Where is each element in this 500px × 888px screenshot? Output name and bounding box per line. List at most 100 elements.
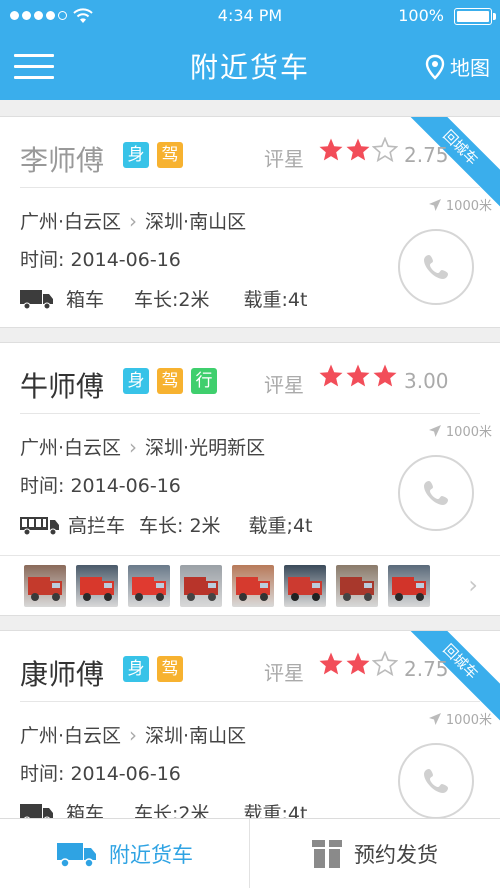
package-icon <box>312 840 342 868</box>
chevron-right-icon: › <box>129 722 138 747</box>
divider <box>20 701 480 702</box>
distance-value: 1000米 <box>445 425 492 440</box>
box-truck-icon <box>20 289 53 309</box>
truck-list[interactable]: 回城车 李师傅 身 驾 评星 2.75 1000米 广州·白云区 › 深圳·南山… <box>0 100 500 818</box>
chevron-right-icon: › <box>129 208 138 233</box>
star-rating <box>318 137 398 163</box>
navigation-arrow-icon <box>428 198 441 211</box>
truck-photo-thumbnail[interactable] <box>76 565 118 607</box>
rating-label: 评星 <box>264 373 304 397</box>
tab-bar: 附近货车 预约发货 <box>0 818 500 888</box>
truck-photo-thumbnail[interactable] <box>284 565 326 607</box>
rating-value: 3.00 <box>404 369 449 393</box>
distance: 1000米 <box>428 195 492 214</box>
divider <box>20 413 480 414</box>
truck-photo-thumbnail[interactable] <box>128 565 170 607</box>
rating-label: 评星 <box>264 661 304 685</box>
nav-bar: 附近货车 地图 <box>0 32 500 100</box>
call-button[interactable] <box>398 455 474 531</box>
call-button[interactable] <box>398 229 474 305</box>
phone-icon <box>424 769 448 793</box>
star-filled-icon <box>319 138 343 161</box>
driver-card[interactable]: 回城车 康师傅 身 驾 评星 2.75 1000米 广州·白云区 › 深圳·南山… <box>0 630 500 818</box>
distance-value: 1000米 <box>445 713 492 728</box>
rating-value: 2.75 <box>404 657 449 681</box>
battery-percent: 100% <box>398 6 444 25</box>
star-empty-icon <box>372 651 398 677</box>
route-to: 深圳·光明新区 <box>145 437 266 459</box>
navigation-arrow-icon <box>428 424 441 437</box>
location-pin-icon <box>425 54 445 80</box>
route-to: 深圳·南山区 <box>145 725 247 747</box>
id-verified-badge: 身 <box>123 656 149 682</box>
star-filled-icon <box>319 364 343 387</box>
driver-card[interactable]: 牛师傅 身 驾 行 评星 3.00 1000米 广州·白云区 › 深圳·光明新区… <box>0 342 500 616</box>
star-filled-icon <box>346 138 370 161</box>
call-button[interactable] <box>398 743 474 818</box>
route: 广州·白云区 › 深圳·南山区 <box>20 207 246 234</box>
star-empty-icon <box>372 137 398 163</box>
battery-icon <box>454 8 496 25</box>
navigation-arrow-icon <box>428 712 441 725</box>
pickup-time: 时间: 2014-06-16 <box>20 471 181 498</box>
star-filled-icon <box>346 652 370 675</box>
truck-photo-thumbnail[interactable] <box>388 565 430 607</box>
license-verified-badge: 驾 <box>157 142 183 168</box>
truck-photo-strip[interactable] <box>24 565 430 607</box>
rating-value: 2.75 <box>404 143 449 167</box>
truck-photo-thumbnail[interactable] <box>24 565 66 607</box>
tab-label: 预约发货 <box>354 843 438 867</box>
route-to: 深圳·南山区 <box>145 211 247 233</box>
star-rating <box>318 363 398 389</box>
truck-photo-thumbnail[interactable] <box>336 565 378 607</box>
phone-icon <box>424 481 448 505</box>
truck-length: 车长:2米 <box>134 289 210 311</box>
divider <box>0 555 500 556</box>
star-filled-icon <box>346 364 370 387</box>
route: 广州·白云区 › 深圳·光明新区 <box>20 433 265 460</box>
driver-name: 李师傅 <box>20 144 105 177</box>
truck-icon <box>57 843 96 868</box>
license-verified-badge: 驾 <box>157 656 183 682</box>
id-verified-badge: 身 <box>123 142 149 168</box>
license-verified-badge: 驾 <box>157 368 183 394</box>
rating-label: 评星 <box>264 147 304 171</box>
date-value: 2014-06-16 <box>70 475 181 497</box>
tab-label: 附近货车 <box>109 843 193 867</box>
truck-type: 箱车 <box>66 803 105 818</box>
id-verified-badge: 身 <box>123 368 149 394</box>
time-label: 时间: <box>20 249 71 271</box>
truck-photo-thumbnail[interactable] <box>180 565 222 607</box>
phone-icon <box>424 255 448 279</box>
box-truck-icon <box>20 803 53 818</box>
tab-nearby-trucks[interactable]: 附近货车 <box>0 819 250 888</box>
route-from: 广州·白云区 <box>20 211 122 233</box>
distance: 1000米 <box>428 421 492 440</box>
truck-info: 高拦车 车长: 2米 载重;4t <box>20 511 313 538</box>
map-label: 地图 <box>450 56 490 80</box>
time-label: 时间: <box>20 475 71 497</box>
truck-info: 箱车 车长:2米 载重:4t <box>20 799 307 818</box>
chevron-right-icon[interactable]: › <box>468 571 478 599</box>
vehicle-verified-badge: 行 <box>191 368 217 394</box>
truck-type: 高拦车 <box>68 515 126 537</box>
map-button[interactable]: 地图 <box>424 52 490 81</box>
driver-card[interactable]: 回城车 李师傅 身 驾 评星 2.75 1000米 广州·白云区 › 深圳·南山… <box>0 116 500 328</box>
tab-book-shipment[interactable]: 预约发货 <box>250 819 500 888</box>
route-from: 广州·白云区 <box>20 437 122 459</box>
route-from: 广州·白云区 <box>20 725 122 747</box>
date-value: 2014-06-16 <box>70 249 181 271</box>
chevron-right-icon: › <box>129 434 138 459</box>
driver-name: 牛师傅 <box>20 370 105 403</box>
stake-truck-icon <box>20 516 59 535</box>
truck-length: 车长:2米 <box>134 803 210 818</box>
truck-photo-thumbnail[interactable] <box>232 565 274 607</box>
divider <box>20 187 480 188</box>
distance-value: 1000米 <box>445 199 492 214</box>
truck-type: 箱车 <box>66 289 105 311</box>
star-rating <box>318 651 398 677</box>
truck-load: 载重:4t <box>243 289 308 311</box>
star-filled-icon <box>319 652 343 675</box>
pickup-time: 时间: 2014-06-16 <box>20 759 181 786</box>
star-filled-icon <box>373 364 397 387</box>
